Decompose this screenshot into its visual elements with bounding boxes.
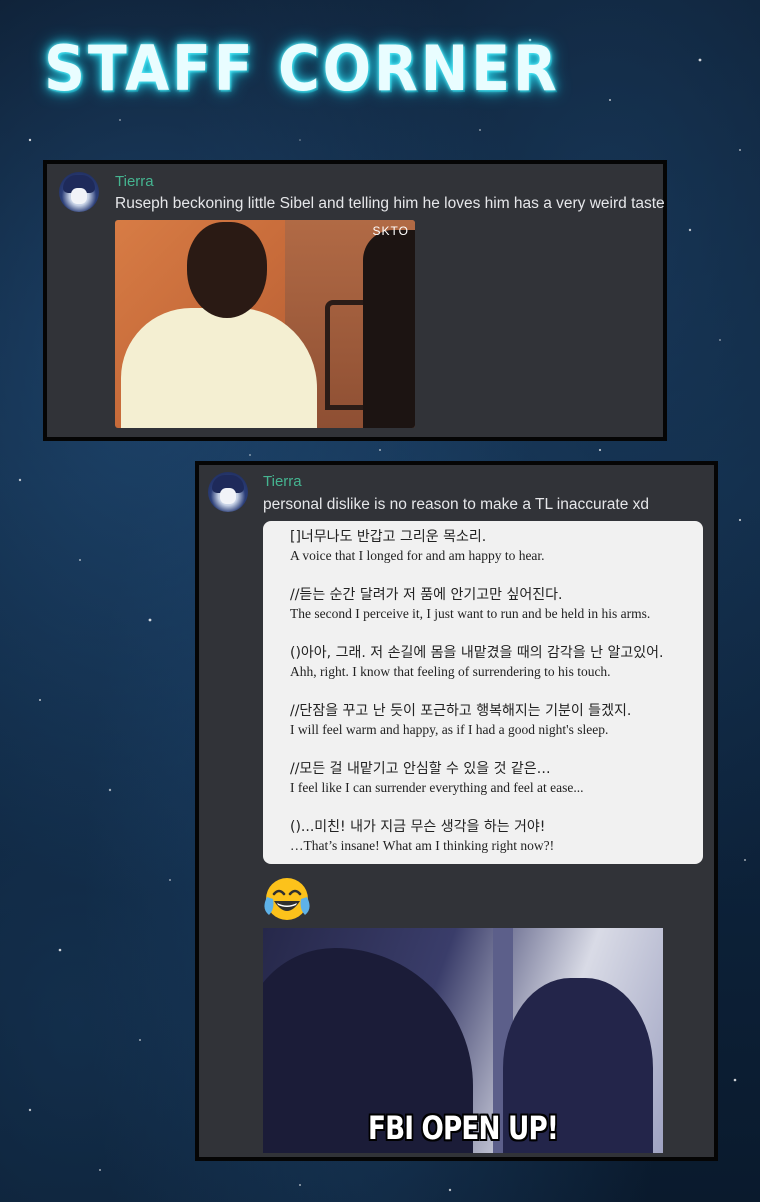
gif-watermark: SKTO (372, 224, 409, 238)
english-text: A voice that I longed for and am happy t… (290, 548, 545, 563)
korean-text: ()...미친! 내가 지금 무슨 생각을 하는 거야! (290, 819, 546, 835)
gif-caption: FBI OPEN UP! (367, 1109, 559, 1147)
translation-line: //단잠을 꾸고 난 듯이 포근하고 행복해지는 기분이 들겠지. I will… (290, 701, 631, 739)
message-text: Ruseph beckoning little Sibel and tellin… (115, 195, 665, 212)
translation-line: []너무나도 반갑고 그리운 목소리. A voice that I longe… (290, 527, 545, 565)
username[interactable]: Tierra (115, 173, 154, 190)
korean-text: //모든 걸 내맡기고 안심할 수 있을 것 같은… (290, 761, 551, 777)
english-text: I will feel warm and happy, as if I had … (290, 722, 609, 737)
english-text: The second I perceive it, I just want to… (290, 606, 651, 621)
meme-gif-image[interactable]: SKTO (115, 220, 415, 428)
korean-text: []너무나도 반갑고 그리운 목소리. (290, 529, 487, 545)
korean-text: ()아아, 그래. 저 손길에 몸을 내맡겼을 때의 감각을 난 알고있어. (290, 645, 664, 661)
avatar[interactable] (208, 472, 248, 512)
english-text: Ahh, right. I know that feeling of surre… (290, 664, 611, 679)
english-text: I feel like I can surrender everything a… (290, 780, 584, 795)
page-title: STAFF CORNER (44, 32, 560, 105)
avatar[interactable] (59, 172, 99, 212)
chat-message-card: Tierra Ruseph beckoning little Sibel and… (43, 160, 667, 441)
translation-line: //듣는 순간 달려가 저 품에 안기고만 싶어진다. The second I… (290, 585, 650, 623)
korean-text: //단잠을 꾸고 난 듯이 포근하고 행복해지는 기분이 들겠지. (290, 703, 632, 719)
translation-line: ()아아, 그래. 저 손길에 몸을 내맡겼을 때의 감각을 난 알고있어. A… (290, 643, 663, 681)
chat-message-card: Tierra personal dislike is no reason to … (195, 461, 718, 1161)
korean-text: //듣는 순간 달려가 저 품에 안기고만 싶어진다. (290, 587, 563, 603)
translation-line: ()...미친! 내가 지금 무슨 생각을 하는 거야! …That’s ins… (290, 817, 554, 855)
english-text: …That’s insane! What am I thinking right… (290, 838, 555, 853)
translation-screenshot[interactable]: []너무나도 반갑고 그리운 목소리. A voice that I longe… (263, 521, 703, 864)
username[interactable]: Tierra (263, 473, 302, 490)
translation-line: //모든 걸 내맡기고 안심할 수 있을 것 같은… I feel like I… (290, 759, 583, 797)
message-text: personal dislike is no reason to make a … (263, 496, 649, 513)
meme-gif-image[interactable]: FBI OPEN UP! (263, 928, 663, 1153)
face-with-tears-of-joy-icon (264, 878, 310, 920)
